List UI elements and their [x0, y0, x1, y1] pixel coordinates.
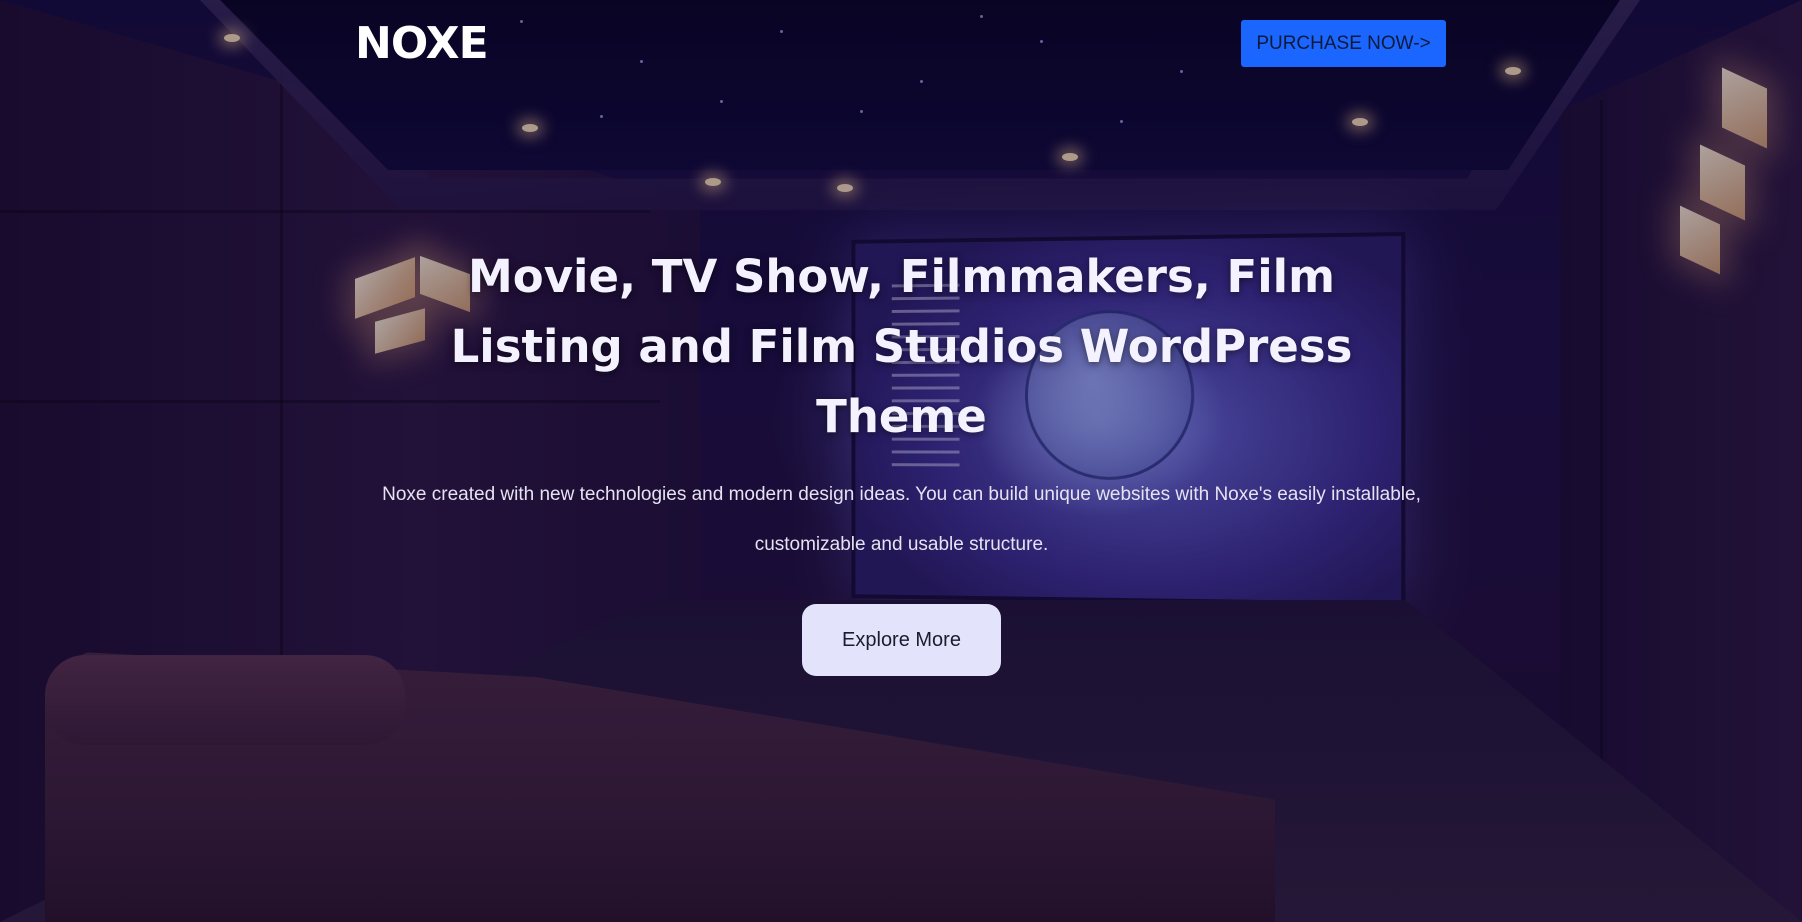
hero-title: Movie, TV Show, Filmmakers, Film Listing…: [450, 250, 1353, 443]
hero-description: Noxe created with new technologies and m…: [382, 484, 1421, 555]
hero-background: [0, 0, 1802, 922]
purchase-now-button[interactable]: PURCHASE NOW->: [1241, 20, 1446, 67]
explore-more-button[interactable]: Explore More: [802, 604, 1001, 676]
site-logo[interactable]: NOXE: [355, 18, 489, 69]
hero-overlay: [0, 0, 1802, 922]
